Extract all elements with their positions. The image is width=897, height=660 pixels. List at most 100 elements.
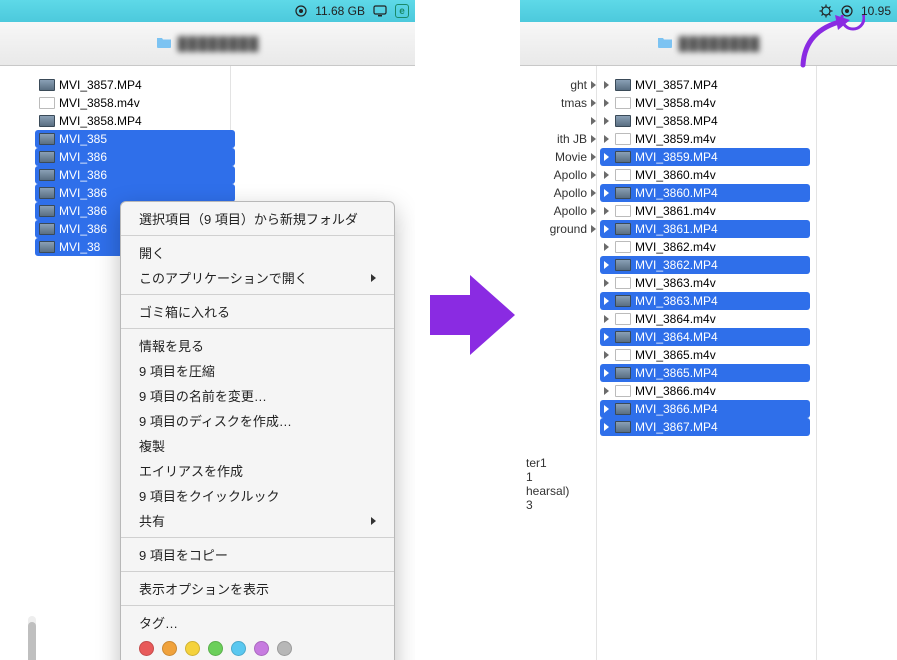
scrollbar-thumb[interactable] — [28, 622, 36, 660]
parent-folder-item[interactable]: Apollo — [530, 166, 600, 184]
file-row[interactable]: MVI_3864.m4v — [600, 310, 810, 328]
file-row[interactable]: MVI_3862.m4v — [600, 238, 810, 256]
ctx-burn[interactable]: 9 項目のディスクを作成… — [121, 408, 394, 433]
file-row[interactable]: MVI_3867.MP4 — [600, 418, 810, 436]
disclosure-arrow-icon — [604, 99, 609, 107]
video-file-icon — [39, 115, 55, 127]
parent-folder-item[interactable]: Apollo — [530, 184, 600, 202]
file-row[interactable]: MVI_3860.MP4 — [600, 184, 810, 202]
file-row[interactable]: MVI_3866.m4v — [600, 382, 810, 400]
ctx-view-options[interactable]: 表示オプションを表示 — [121, 576, 394, 601]
video-file-icon — [39, 79, 55, 91]
parent-folder-item[interactable]: 1 — [526, 470, 596, 484]
display-icon[interactable] — [373, 5, 387, 17]
video-file-icon — [39, 151, 55, 163]
tag-color-dot[interactable] — [231, 641, 246, 656]
parent-folder-item[interactable] — [530, 112, 600, 130]
file-row[interactable]: MVI_3859.m4v — [600, 130, 810, 148]
video-file-icon — [615, 295, 631, 307]
ctx-sep — [121, 537, 394, 538]
file-row[interactable]: MVI_3861.MP4 — [600, 220, 810, 238]
parent-folder-item[interactable]: tmas — [530, 94, 600, 112]
file-name: MVI_3862.MP4 — [635, 258, 718, 272]
file-row[interactable]: MVI_3864.MP4 — [600, 328, 810, 346]
file-row[interactable]: MVI_3858.MP4 — [600, 112, 810, 130]
file-name: MVI_3860.m4v — [635, 168, 716, 182]
parent-folder-item[interactable]: 3 — [526, 498, 596, 512]
ctx-duplicate[interactable]: 複製 — [121, 433, 394, 458]
ctx-alias[interactable]: エイリアスを作成 — [121, 458, 394, 483]
submenu-arrow-icon — [371, 274, 376, 282]
ctx-get-info[interactable]: 情報を見る — [121, 333, 394, 358]
ctx-new-folder[interactable]: 選択項目（9 項目）から新規フォルダ — [121, 206, 394, 231]
ctx-compress[interactable]: 9 項目を圧縮 — [121, 358, 394, 383]
disclosure-arrow-icon — [604, 243, 609, 251]
file-row[interactable]: MVI_386 — [35, 148, 235, 166]
scrollbar[interactable] — [28, 616, 36, 650]
disclosure-arrow-icon — [604, 117, 609, 125]
file-row[interactable]: MVI_3858.MP4 — [35, 112, 235, 130]
file-row[interactable]: MVI_3863.MP4 — [600, 292, 810, 310]
ctx-copy[interactable]: 9 項目をコピー — [121, 542, 394, 567]
video-file-icon — [615, 205, 631, 217]
tag-color-dot[interactable] — [208, 641, 223, 656]
ctx-tags[interactable]: タグ… — [121, 610, 394, 635]
folder-icon — [156, 36, 172, 51]
disclosure-arrow-icon — [604, 207, 609, 215]
video-file-icon — [615, 151, 631, 163]
video-file-icon — [615, 259, 631, 271]
file-row[interactable]: MVI_3860.m4v — [600, 166, 810, 184]
e-icon[interactable]: e — [395, 4, 409, 18]
file-row[interactable]: MVI_3859.MP4 — [600, 148, 810, 166]
file-row[interactable]: MVI_386 — [35, 166, 235, 184]
file-row[interactable]: MVI_3866.MP4 — [600, 400, 810, 418]
parent-folder-item[interactable]: ith JB — [530, 130, 600, 148]
parent-folder-item[interactable]: Apollo — [530, 202, 600, 220]
parent-folder-item[interactable]: ground — [530, 220, 600, 238]
file-row[interactable]: MVI_3863.m4v — [600, 274, 810, 292]
file-name: MVI_3862.m4v — [635, 240, 716, 254]
tag-color-dot[interactable] — [139, 641, 154, 656]
ctx-trash[interactable]: ゴミ箱に入れる — [121, 299, 394, 324]
file-row[interactable]: MVI_3857.MP4 — [35, 76, 235, 94]
video-file-icon — [39, 223, 55, 235]
disclosure-arrow-icon — [604, 387, 609, 395]
parent-folder-item[interactable]: Movie — [530, 148, 600, 166]
column-divider[interactable] — [816, 66, 817, 660]
ctx-sep — [121, 605, 394, 606]
file-row[interactable]: MVI_386 — [35, 184, 235, 202]
ctx-quicklook[interactable]: 9 項目をクイックルック — [121, 483, 394, 508]
file-name: MVI_386 — [59, 204, 107, 218]
disclosure-arrow-icon — [604, 351, 609, 359]
file-name: MVI_3865.MP4 — [635, 366, 718, 380]
file-row[interactable]: MVI_3861.m4v — [600, 202, 810, 220]
ctx-share[interactable]: 共有 — [121, 508, 394, 533]
file-row[interactable]: MVI_385 — [35, 130, 235, 148]
file-row[interactable]: MVI_3858.m4v — [600, 94, 810, 112]
parent-folder-item[interactable]: ter1 — [526, 456, 596, 470]
video-file-icon — [615, 349, 631, 361]
memory-value: 10.95 — [861, 4, 891, 18]
tag-color-dot[interactable] — [162, 641, 177, 656]
disclosure-arrow-icon — [604, 261, 609, 269]
file-name: MVI_3861.m4v — [635, 204, 716, 218]
tag-color-dot[interactable] — [277, 641, 292, 656]
file-name: MVI_3858.m4v — [635, 96, 716, 110]
file-row[interactable]: MVI_3858.m4v — [35, 94, 235, 112]
ctx-open[interactable]: 開く — [121, 240, 394, 265]
file-row[interactable]: MVI_3857.MP4 — [600, 76, 810, 94]
transition-arrow-icon — [425, 270, 520, 363]
ctx-open-with[interactable]: このアプリケーションで開く — [121, 265, 394, 290]
file-name: MVI_386 — [59, 150, 107, 164]
file-row[interactable]: MVI_3865.m4v — [600, 346, 810, 364]
tag-color-dot[interactable] — [254, 641, 269, 656]
file-row[interactable]: MVI_3862.MP4 — [600, 256, 810, 274]
video-file-icon — [39, 241, 55, 253]
file-row[interactable]: MVI_3865.MP4 — [600, 364, 810, 382]
file-name: MVI_3859.MP4 — [635, 150, 718, 164]
file-list-right[interactable]: MVI_3857.MP4MVI_3858.m4vMVI_3858.MP4MVI_… — [600, 76, 810, 436]
ctx-rename[interactable]: 9 項目の名前を変更… — [121, 383, 394, 408]
parent-folder-item[interactable]: ght — [530, 76, 600, 94]
tag-color-dot[interactable] — [185, 641, 200, 656]
parent-folder-item[interactable]: hearsal) — [526, 484, 596, 498]
